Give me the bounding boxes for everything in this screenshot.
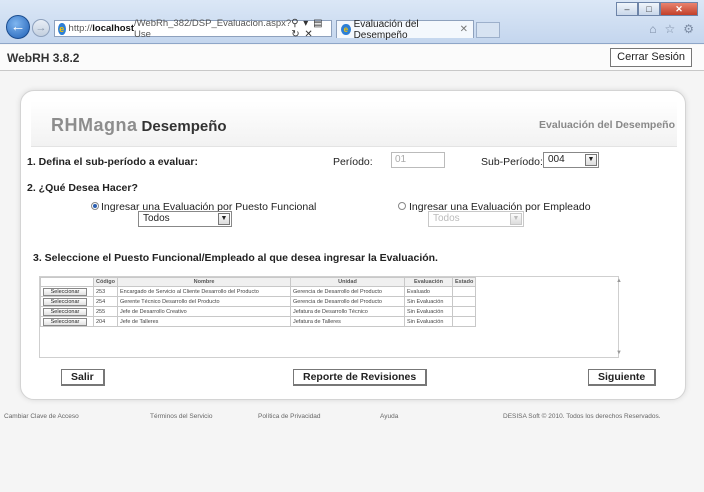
positions-grid: Código Nombre Unidad Evaluación Estado S…: [39, 276, 619, 358]
cell-nombre: Gerente Técnico Desarrollo del Producto: [117, 296, 291, 307]
step2-label: 2. ¿Qué Desea Hacer?: [27, 182, 138, 194]
cell-nombre: Encargado de Servicio al Cliente Desarro…: [117, 286, 291, 297]
periodo-label: Período:: [333, 156, 373, 168]
cell-estado: [451, 296, 477, 307]
scroll-down-icon[interactable]: ▼: [616, 350, 622, 356]
app-title: WebRH 3.8.2: [7, 51, 80, 65]
window-controls: – □ ✕: [616, 2, 698, 16]
brand-name: RHMagna: [51, 115, 138, 135]
table-row: Seleccionar 255 Jefe de Desarrollo Creat…: [40, 306, 477, 317]
table-row: Seleccionar 253 Encargado de Servicio al…: [40, 286, 477, 297]
url-prefix: http://: [68, 23, 93, 34]
new-tab-button[interactable]: [476, 22, 500, 38]
page-title: Evaluación del Desempeño: [539, 119, 675, 131]
table-row: Seleccionar 204 Jefe de Talleres Jefatur…: [40, 316, 477, 327]
cell-codigo: 255: [93, 306, 118, 317]
module-name: Desempeño: [141, 118, 227, 135]
select-row-button[interactable]: Seleccionar: [43, 297, 87, 306]
cell-estado: [451, 306, 477, 317]
cell-estado: [451, 316, 477, 327]
siguiente-button[interactable]: Siguiente: [588, 369, 657, 386]
positions-table: Código Nombre Unidad Evaluación Estado S…: [40, 277, 477, 327]
salir-button[interactable]: Salir: [61, 369, 105, 386]
close-window-icon[interactable]: ✕: [660, 2, 698, 16]
tab-favicon-icon: e: [341, 24, 351, 35]
cell-evaluacion: Sin Evaluación: [404, 306, 453, 317]
cell-unidad: Jefatura de Talleres: [290, 316, 405, 327]
minimize-icon[interactable]: –: [616, 2, 638, 16]
step1-label: 1. Defina el sub-período a evaluar:: [27, 156, 198, 168]
tab-title: Evaluación del Desempeño: [353, 18, 419, 41]
evaluation-panel: RHMagna Desempeño Evaluación del Desempeñ…: [20, 90, 686, 400]
cell-nombre: Jefe de Talleres: [117, 316, 291, 327]
ie-page-icon: e: [58, 22, 66, 35]
cell-estado: [451, 286, 477, 297]
cell-unidad: Jefatura de Desarrollo Técnico: [290, 306, 405, 317]
panel-header: RHMagna Desempeño Evaluación del Desempeñ…: [31, 101, 677, 147]
browser-chrome: – □ ✕ ← → e http://localhost/WebRh_382/D…: [0, 0, 704, 44]
puesto-filter-value: Todos: [143, 213, 170, 224]
toolbar-icons: ⌂ ☆ ⚙: [649, 22, 694, 36]
radio-empleado[interactable]: [398, 202, 406, 210]
reporte-revisiones-button[interactable]: Reporte de Revisiones: [293, 369, 428, 386]
subperiodo-label: Sub-Período:: [481, 156, 543, 168]
select-row-button[interactable]: Seleccionar: [43, 317, 87, 326]
cell-evaluacion: Sin Evaluación: [404, 296, 453, 307]
url-host: localhost: [92, 23, 134, 34]
step3-label: 3. Seleccione el Puesto Funcional/Emplea…: [33, 252, 438, 264]
column-header: Código: [93, 277, 118, 287]
cell-evaluacion: Sin Evaluación: [404, 316, 453, 327]
browser-tab[interactable]: e Evaluación del Desempeño ✕: [336, 18, 474, 41]
select-row-button[interactable]: Seleccionar: [43, 307, 87, 316]
column-header: Unidad: [290, 277, 405, 287]
favorites-star-icon[interactable]: ☆: [664, 22, 675, 36]
subperiodo-select[interactable]: 004 ▼: [543, 152, 599, 168]
subperiodo-value: 004: [548, 154, 565, 165]
cell-codigo: 253: [93, 286, 118, 297]
chevron-down-icon: ▼: [510, 213, 522, 225]
column-header: Nombre: [117, 277, 291, 287]
column-header: Evaluación: [404, 277, 453, 287]
url-path: /WebRh_382/DSP_Evaluacion.aspx?Use: [134, 17, 292, 40]
select-row-button[interactable]: Seleccionar: [43, 287, 87, 296]
forward-arrow-icon[interactable]: →: [32, 19, 50, 37]
footer-terms-link[interactable]: Términos del Servicio: [150, 413, 213, 420]
settings-gear-icon[interactable]: ⚙: [683, 22, 694, 36]
home-icon[interactable]: ⌂: [649, 22, 656, 36]
cell-unidad: Gerencia de Desarrollo del Producto: [290, 286, 405, 297]
table-row: Seleccionar 254 Gerente Técnico Desarrol…: [40, 296, 477, 307]
chevron-down-icon: ▼: [585, 154, 597, 166]
empleado-filter-select[interactable]: Todos ▼: [428, 211, 524, 227]
cell-codigo: 204: [93, 316, 118, 327]
cell-codigo: 254: [93, 296, 118, 307]
address-tools-icons[interactable]: ⚲ ▾ ▤ ↻ ✕: [291, 18, 331, 40]
grid-scrollbar[interactable]: ▲ ▼: [613, 276, 627, 358]
cell-nombre: Jefe de Desarrollo Creativo: [117, 306, 291, 317]
app-header: WebRH 3.8.2 Cerrar Sesión: [0, 45, 704, 71]
tab-close-icon[interactable]: ✕: [460, 24, 473, 35]
chevron-down-icon: ▼: [218, 213, 230, 225]
footer-help-link[interactable]: Ayuda: [380, 413, 398, 420]
footer-copyright: DESISA Soft © 2010. Todos los derechos R…: [503, 413, 661, 420]
back-arrow-icon[interactable]: ←: [6, 15, 30, 39]
cell-unidad: Gerencia de Desarrollo del Producto: [290, 296, 405, 307]
empleado-filter-value: Todos: [433, 213, 460, 224]
radio-puesto[interactable]: [91, 202, 99, 210]
maximize-icon[interactable]: □: [638, 2, 660, 16]
address-bar[interactable]: e http://localhost/WebRh_382/DSP_Evaluac…: [54, 17, 332, 40]
footer-change-password-link[interactable]: Cambiar Clave de Acceso: [4, 413, 79, 420]
brand-logo: RHMagna Desempeño: [51, 115, 227, 136]
footer-privacy-link[interactable]: Política de Privacidad: [258, 413, 321, 420]
logout-button[interactable]: Cerrar Sesión: [610, 48, 692, 67]
table-header-row: Código Nombre Unidad Evaluación Estado: [40, 277, 477, 287]
periodo-input[interactable]: 01: [391, 152, 445, 168]
cell-evaluacion: Evaluado: [404, 286, 453, 297]
column-header: Estado: [451, 277, 477, 287]
puesto-filter-select[interactable]: Todos ▼: [138, 211, 232, 227]
scroll-up-icon[interactable]: ▲: [616, 278, 622, 284]
